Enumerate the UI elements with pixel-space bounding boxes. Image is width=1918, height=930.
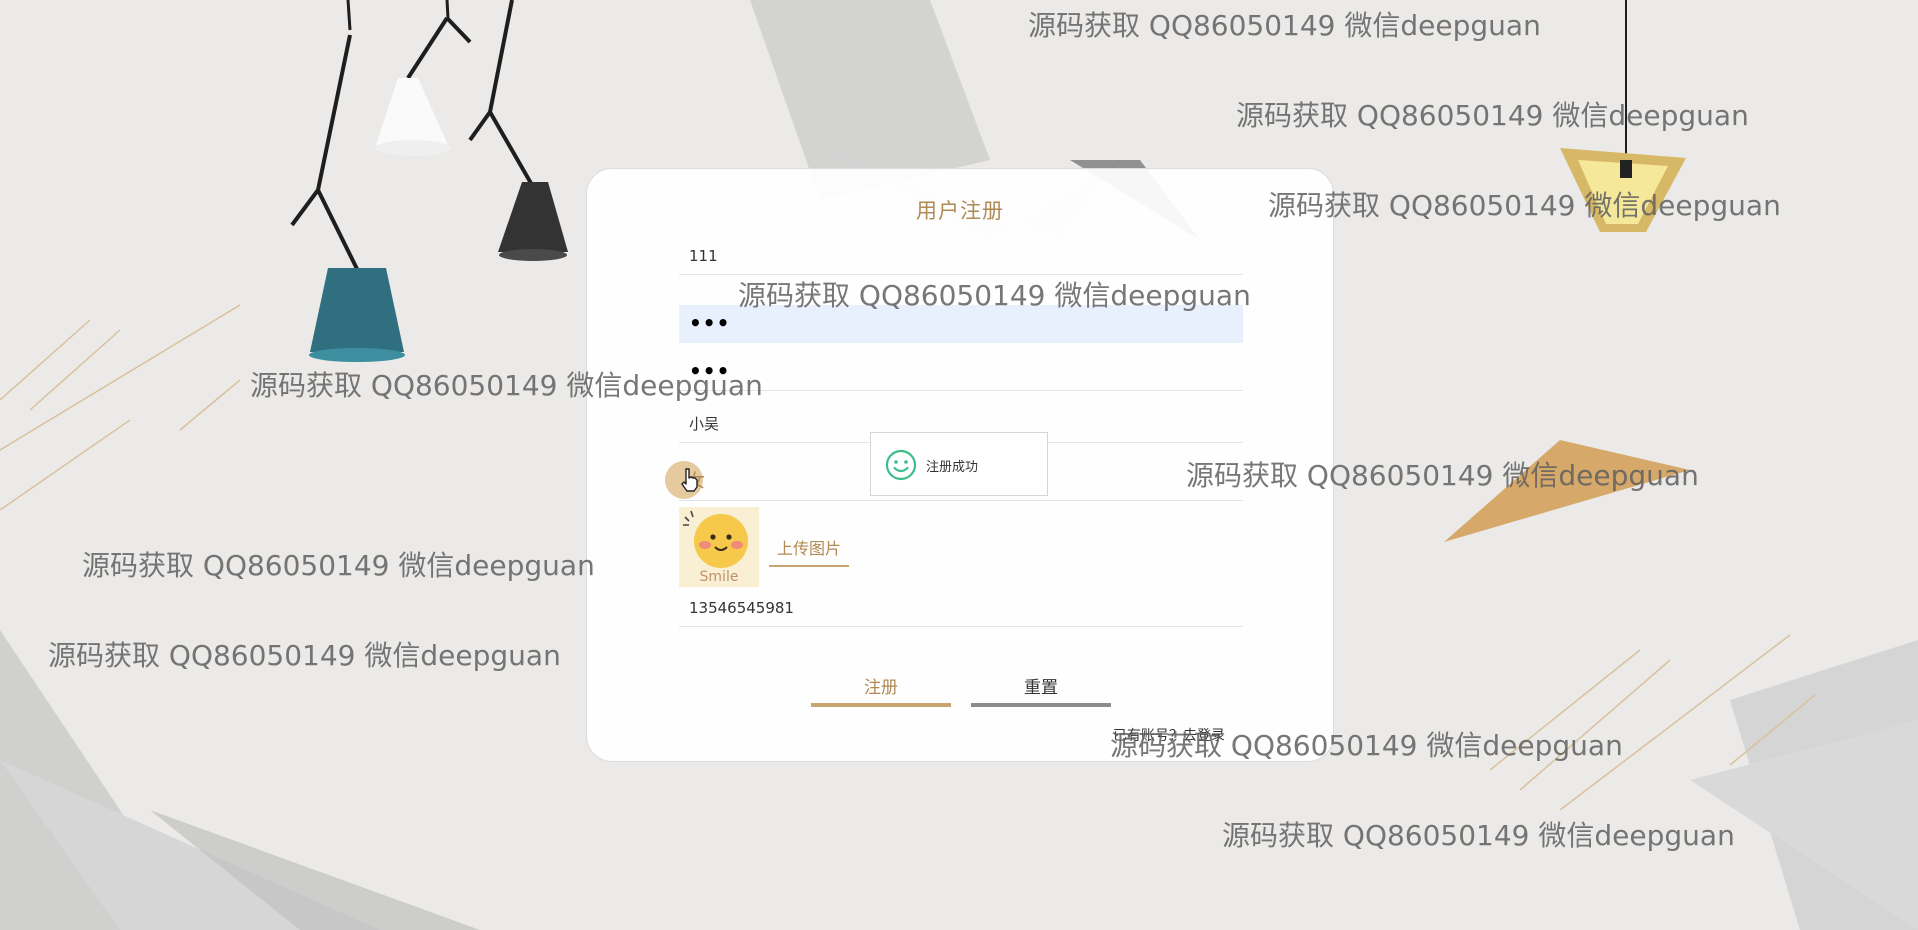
go-login-link[interactable]: 已有账号？去登录 — [1113, 725, 1225, 745]
smile-avatar-icon: Smile — [679, 507, 759, 587]
pendant-lamps-left — [290, 0, 568, 362]
reset-button[interactable]: 重置 — [971, 673, 1111, 707]
hand-pointer-icon — [681, 468, 698, 492]
phone-field[interactable] — [679, 589, 1243, 627]
confirm-password-input[interactable]: ••• — [679, 353, 1243, 389]
password-field[interactable]: ••• — [679, 305, 1243, 343]
phone-input[interactable] — [679, 589, 1243, 626]
upload-image-button[interactable]: 上传图片 — [769, 535, 849, 567]
avatar-caption: Smile — [700, 569, 739, 585]
account-input[interactable] — [679, 237, 1243, 274]
confirm-password-field[interactable]: ••• — [679, 353, 1243, 391]
pendant-lamp-right — [1560, 0, 1686, 232]
account-field[interactable] — [679, 237, 1243, 275]
avatar-preview: Smile — [679, 507, 759, 587]
smile-icon — [885, 449, 917, 481]
success-toast: 注册成功 — [870, 432, 1048, 496]
page-title: 用户注册 — [916, 199, 1004, 223]
toast-message: 注册成功 — [926, 460, 979, 475]
password-input[interactable]: ••• — [679, 305, 1243, 341]
register-button[interactable]: 注册 — [811, 673, 951, 707]
